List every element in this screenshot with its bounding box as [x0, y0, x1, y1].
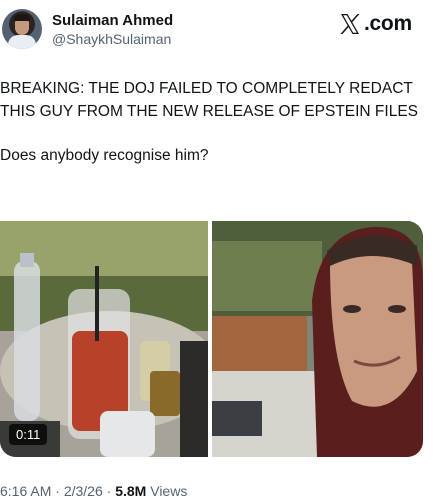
tweet-question: Does anybody recognise him?	[0, 147, 209, 164]
photo-thumbnail[interactable]	[212, 221, 423, 457]
views-count: 5.8M	[115, 483, 147, 499]
tweet-media: 0:11	[0, 221, 423, 457]
author-handle[interactable]: @ShaykhSulaiman	[52, 31, 171, 47]
tweet-time[interactable]: 6:16 AM	[0, 483, 51, 499]
author-name[interactable]: Sulaiman Ahmed	[52, 12, 173, 29]
avatar-hair	[14, 14, 30, 21]
tweet-date[interactable]: 2/3/26	[64, 483, 103, 499]
x-brand-logo: .com	[338, 12, 412, 36]
tweet-header: Sulaiman Ahmed @ShaykhSulaiman .com	[0, 0, 439, 60]
meta-separator: ·	[102, 483, 116, 499]
table-scene-image	[0, 221, 208, 457]
avatar[interactable]	[2, 9, 42, 49]
views-label: Views	[146, 483, 188, 499]
avatar-shirt	[8, 35, 36, 49]
tweet-headline: BREAKING: THE DOJ FAILED TO COMPLETELY R…	[0, 80, 419, 120]
tweet-meta: 6:16 AM · 2/3/26 · 5.8M Views	[0, 483, 187, 499]
x-logo-icon	[340, 14, 360, 34]
tweet-body: BREAKING: THE DOJ FAILED TO COMPLETELY R…	[0, 78, 430, 190]
brand-domain-text: .com	[364, 12, 412, 35]
video-thumbnail[interactable]: 0:11	[0, 221, 208, 457]
meta-separator: ·	[51, 483, 64, 499]
selfie-scene-image	[212, 221, 423, 457]
video-duration-badge: 0:11	[9, 424, 48, 445]
